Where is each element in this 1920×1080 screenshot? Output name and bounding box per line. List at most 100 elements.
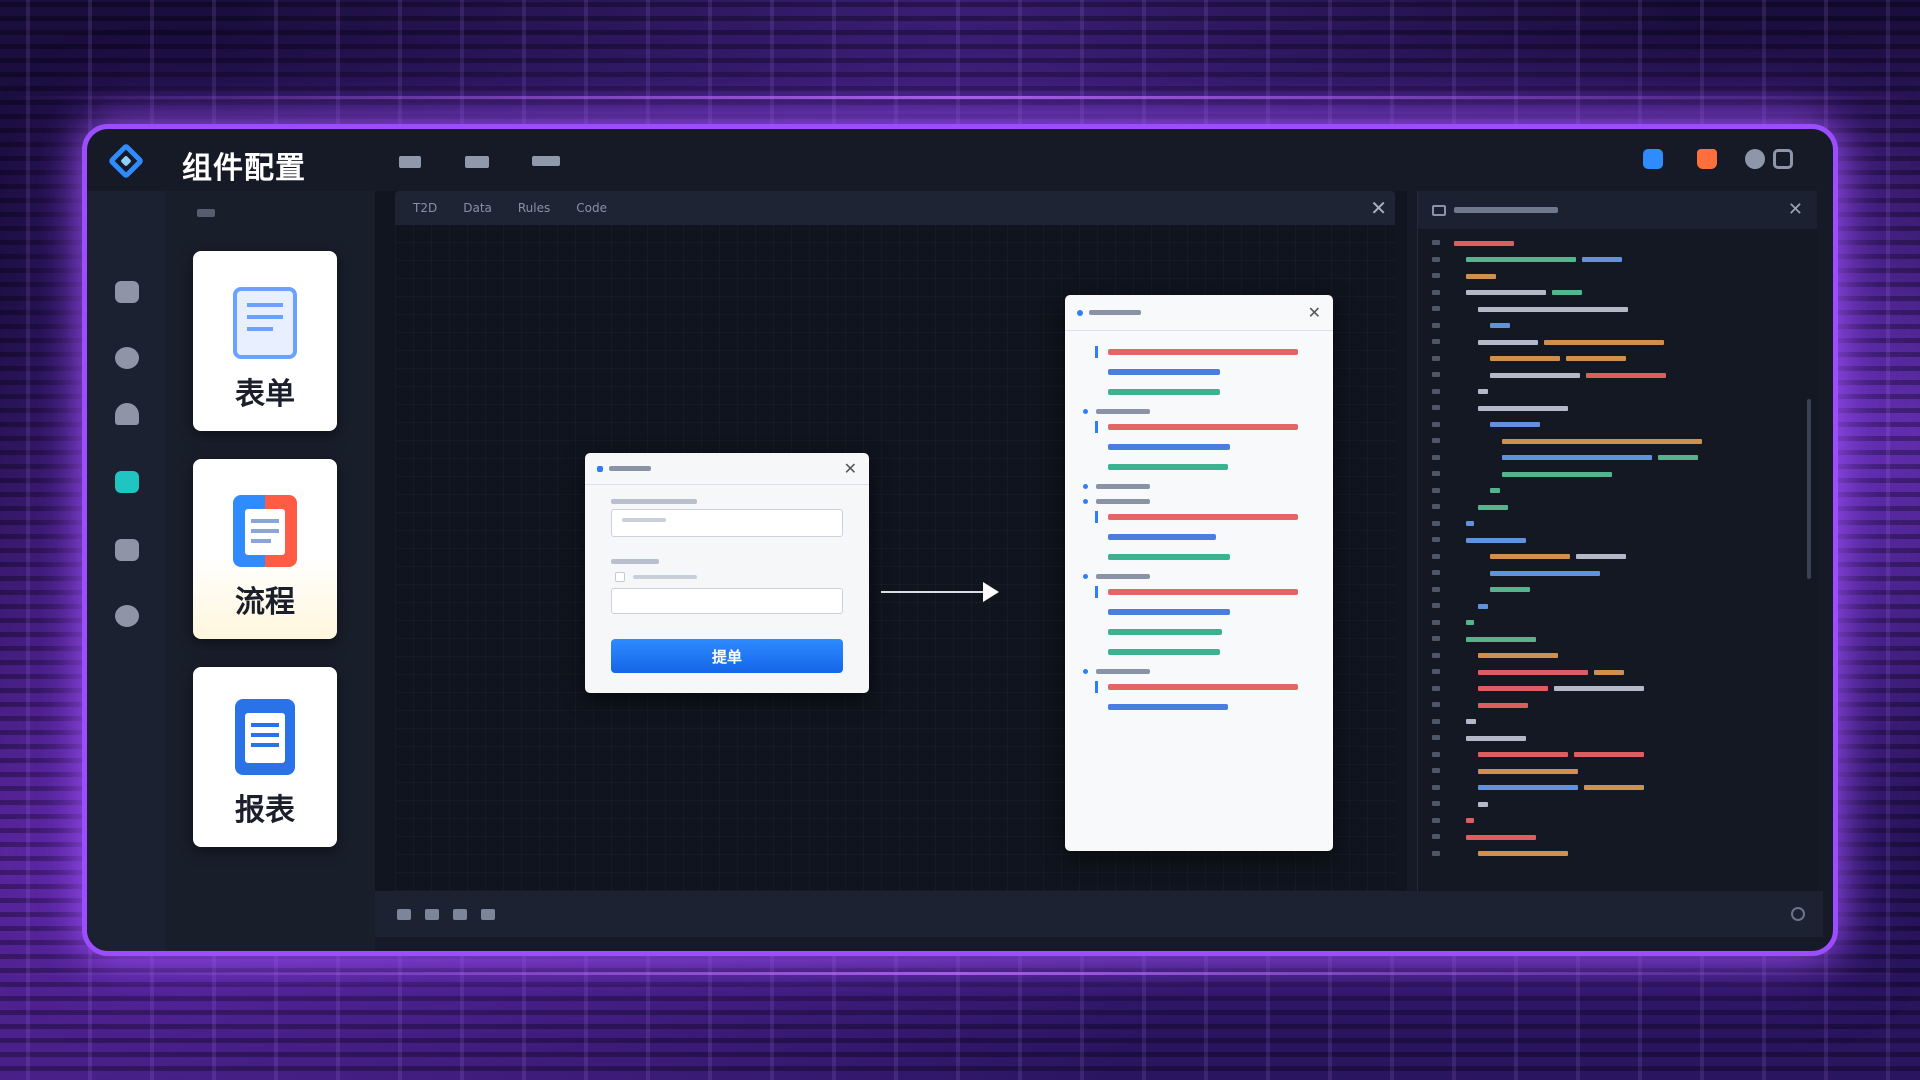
rule-section[interactable]: [1083, 574, 1333, 579]
database-icon[interactable]: [115, 281, 139, 303]
left-rail: [87, 191, 165, 951]
text-input[interactable]: [611, 509, 843, 537]
export-icon[interactable]: [481, 908, 495, 920]
home-icon[interactable]: [115, 403, 139, 425]
code-line: [1418, 829, 1817, 846]
user-icon[interactable]: [1643, 149, 1663, 169]
line-number-marker: [1418, 684, 1454, 694]
component-card-flow[interactable]: 流程: [193, 459, 337, 639]
layers-icon[interactable]: [425, 908, 439, 920]
code-line: [1418, 582, 1817, 599]
grid-icon[interactable]: [397, 908, 411, 920]
rule-line[interactable]: [1095, 459, 1333, 474]
code-token: [1502, 438, 1702, 444]
list-icon[interactable]: [1745, 149, 1765, 169]
code-token: [1566, 356, 1626, 362]
arrow-head-icon: [983, 582, 999, 602]
lock-icon[interactable]: [1697, 149, 1717, 169]
tab-data[interactable]: Data: [463, 201, 492, 215]
code-token: [1490, 422, 1540, 428]
code-panel: ✕: [1417, 191, 1817, 895]
code-line: [1418, 499, 1817, 516]
code-line: [1418, 268, 1817, 285]
close-icon[interactable]: ✕: [1788, 201, 1803, 219]
flow-icon: [233, 495, 297, 567]
checkbox[interactable]: [615, 572, 625, 582]
rule-line[interactable]: [1095, 584, 1333, 599]
code-line: [1418, 846, 1817, 863]
rule-line[interactable]: [1095, 624, 1333, 639]
rule-section[interactable]: [1083, 409, 1333, 414]
bottom-toolbar: [375, 891, 1823, 937]
rule-line[interactable]: [1095, 384, 1333, 399]
line-number-marker: [1418, 288, 1454, 298]
code-line: [1418, 565, 1817, 582]
component-card-form[interactable]: 表单: [193, 251, 337, 431]
line-number-marker: [1418, 651, 1454, 661]
code-token: [1490, 372, 1580, 378]
line-number-marker: [1418, 717, 1454, 727]
submit-button[interactable]: 提单: [611, 639, 843, 673]
code-token: [1478, 686, 1548, 692]
rule-line[interactable]: [1095, 679, 1333, 694]
rule-line[interactable]: [1095, 439, 1333, 454]
rule-section[interactable]: [1083, 499, 1333, 504]
rule-section[interactable]: [1083, 484, 1333, 489]
folder-icon[interactable]: [115, 539, 139, 561]
code-token: [1490, 570, 1600, 576]
canvas-close-icon[interactable]: ✕: [1370, 198, 1387, 218]
component-card-report[interactable]: 报表: [193, 667, 337, 847]
link-icon[interactable]: [1773, 149, 1793, 169]
tab-t2d[interactable]: T2D: [413, 201, 437, 215]
close-icon[interactable]: ✕: [1308, 304, 1321, 321]
code-token: [1490, 587, 1530, 593]
toolbar-save-button[interactable]: [465, 156, 489, 168]
checkbox-row[interactable]: [615, 572, 869, 582]
code-editor[interactable]: [1418, 229, 1817, 879]
rule-line[interactable]: [1095, 529, 1333, 544]
code-line: [1418, 384, 1817, 401]
rule-line[interactable]: [1095, 604, 1333, 619]
code-token: [1466, 834, 1536, 840]
line-number-marker: [1418, 420, 1454, 430]
code-token: [1478, 801, 1488, 807]
tab-rules[interactable]: Rules: [518, 201, 550, 215]
code-line: [1418, 285, 1817, 302]
toolbar-layout-button[interactable]: [532, 156, 560, 166]
close-icon[interactable]: ✕: [844, 460, 857, 477]
rule-line[interactable]: [1095, 509, 1333, 524]
rule-line[interactable]: [1095, 344, 1333, 359]
title-bar: 组件配置: [87, 129, 1833, 191]
code-token: [1478, 405, 1568, 411]
code-line: [1418, 747, 1817, 764]
chat-icon[interactable]: [115, 471, 139, 493]
tab-code[interactable]: Code: [576, 201, 607, 215]
code-scrollbar[interactable]: [1807, 399, 1811, 579]
line-number-marker: [1418, 321, 1454, 331]
code-token: [1490, 488, 1500, 494]
preview-icon[interactable]: [453, 908, 467, 920]
code-token: [1478, 653, 1558, 659]
rule-line[interactable]: [1095, 549, 1333, 564]
text-input[interactable]: [611, 588, 843, 614]
rule-line[interactable]: [1095, 644, 1333, 659]
form-dot-icon: [597, 465, 603, 472]
rules-header: ✕: [1065, 295, 1333, 331]
code-line: [1418, 681, 1817, 698]
code-token: [1466, 818, 1474, 824]
settings-icon[interactable]: [115, 605, 139, 627]
toolbar-folder-button[interactable]: [399, 156, 421, 168]
shield-icon[interactable]: [115, 347, 139, 369]
code-line: [1418, 796, 1817, 813]
rule-section[interactable]: [1083, 669, 1333, 674]
code-line: [1418, 433, 1817, 450]
code-line: [1418, 664, 1817, 681]
rule-line[interactable]: [1095, 419, 1333, 434]
rules-panel: ✕: [1065, 295, 1333, 851]
line-number-marker: [1418, 601, 1454, 611]
rule-line[interactable]: [1095, 364, 1333, 379]
refresh-icon[interactable]: [1791, 907, 1805, 921]
code-token: [1466, 521, 1474, 527]
rule-line[interactable]: [1095, 699, 1333, 714]
code-token: [1502, 471, 1612, 477]
